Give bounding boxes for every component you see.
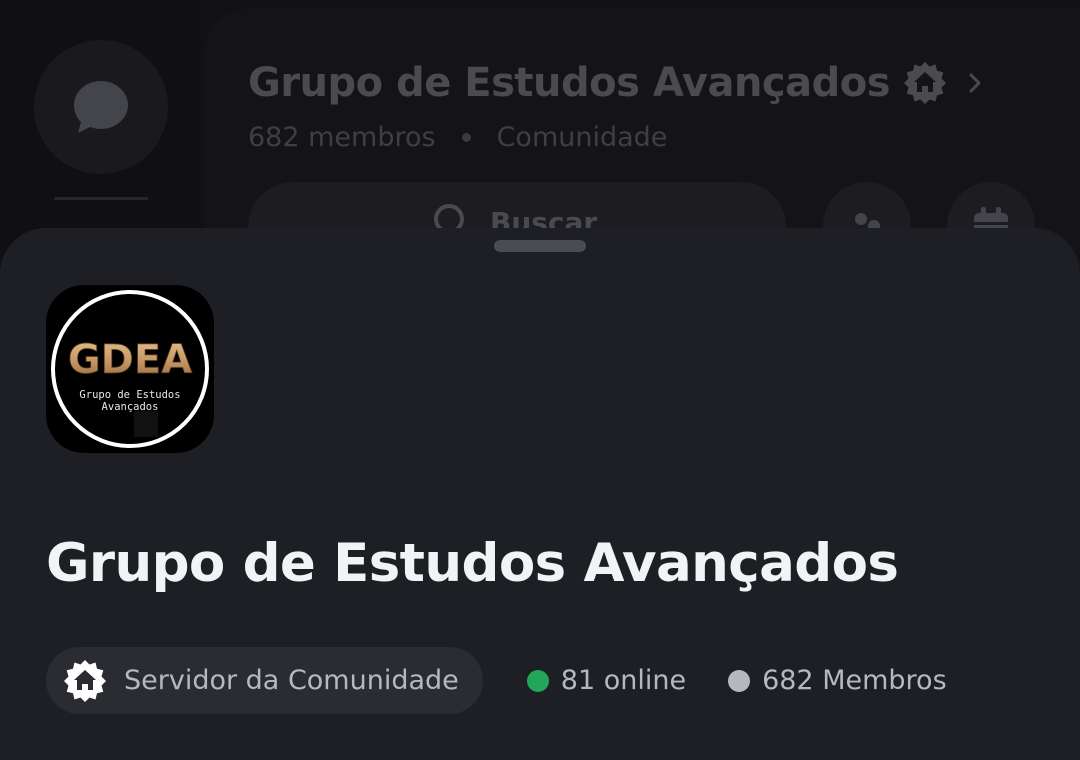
community-house-badge-icon — [62, 658, 108, 704]
direct-messages-button[interactable] — [34, 40, 168, 174]
server-logo-subtext-1: Grupo de Estudos — [79, 389, 180, 401]
server-logo-text: GDEA — [68, 337, 192, 383]
chevron-right-icon[interactable] — [968, 72, 982, 94]
sheet-drag-handle[interactable] — [494, 240, 586, 252]
server-type-text: Comunidade — [496, 122, 668, 153]
separator-dot — [461, 133, 471, 142]
members-count: 682 Membros — [762, 665, 947, 696]
online-status-dot — [526, 669, 549, 692]
server-name: Grupo de Estudos Avançados — [46, 533, 899, 594]
community-server-chip[interactable]: Servidor da Comunidade — [46, 647, 483, 714]
members-status-dot — [728, 669, 751, 692]
server-header-title: Grupo de Estudos Avançados — [248, 60, 891, 106]
server-header-subtitle: 682 membros Comunidade — [248, 122, 667, 153]
members-stat: 682 Membros — [728, 665, 947, 696]
server-icon: GDEA Grupo de Estudos Avançados — [46, 285, 214, 453]
member-count-text: 682 membros — [248, 122, 436, 153]
server-header[interactable]: Grupo de Estudos Avançados — [248, 60, 982, 106]
server-logo-subtext-2: Avançados — [102, 401, 159, 413]
community-badge-icon — [902, 60, 948, 106]
server-meta-row: Servidor da Comunidade 81 online 682 Mem… — [46, 647, 947, 714]
online-count: 81 online — [560, 665, 687, 696]
server-info-sheet: GDEA Grupo de Estudos Avançados Grupo de… — [0, 228, 1080, 760]
online-stat: 81 online — [526, 665, 687, 696]
community-server-label: Servidor da Comunidade — [124, 665, 459, 696]
chat-bubble-icon — [74, 81, 128, 133]
app-root: Grupo de Estudos Avançados 682 membros C… — [0, 0, 1080, 760]
rail-divider — [54, 197, 148, 200]
